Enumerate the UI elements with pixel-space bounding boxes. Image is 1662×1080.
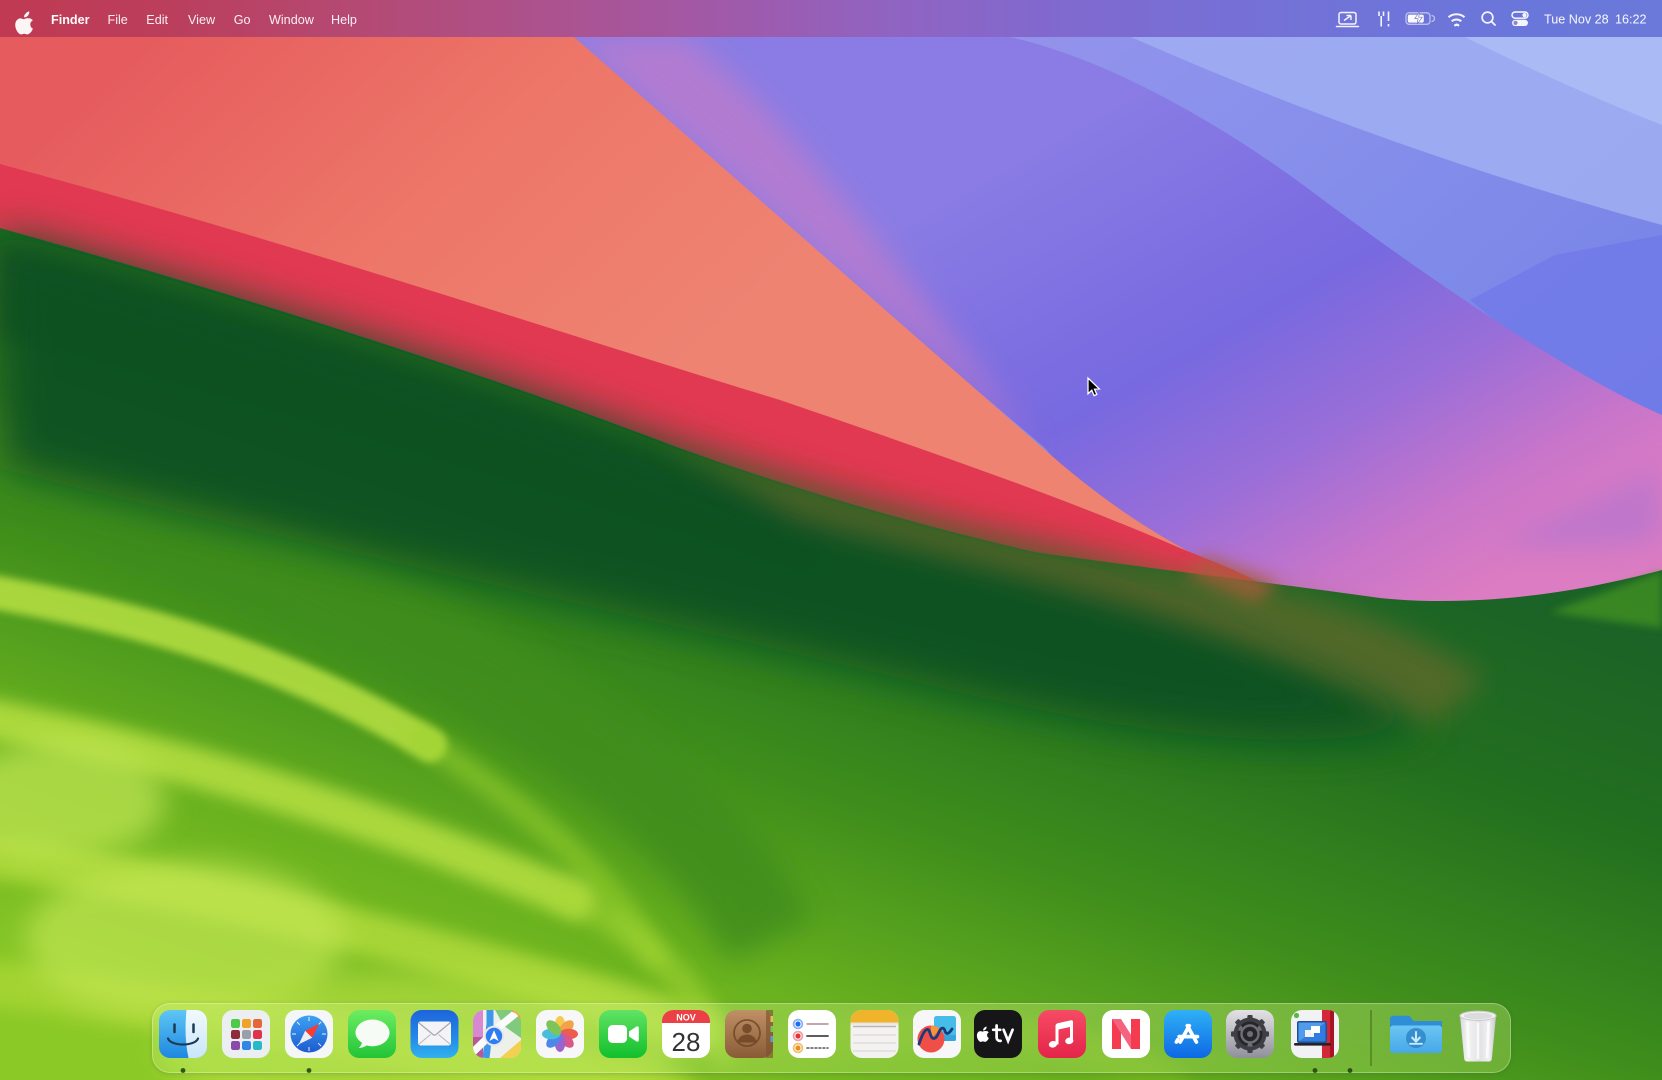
svg-text:28: 28 <box>672 1027 701 1057</box>
svg-text:Edit: Edit <box>146 13 168 27</box>
svg-text:View: View <box>188 13 216 27</box>
svg-text:Window: Window <box>269 13 315 27</box>
svg-text:Tue Nov 28: Tue Nov 28 <box>1544 13 1609 27</box>
svg-text:Help: Help <box>331 13 357 27</box>
svg-text:File: File <box>108 13 128 27</box>
svg-text:16:22: 16:22 <box>1615 13 1647 27</box>
svg-text:Go: Go <box>234 13 251 27</box>
svg-text:Finder: Finder <box>51 13 90 27</box>
svg-text:NOV: NOV <box>676 1013 696 1023</box>
